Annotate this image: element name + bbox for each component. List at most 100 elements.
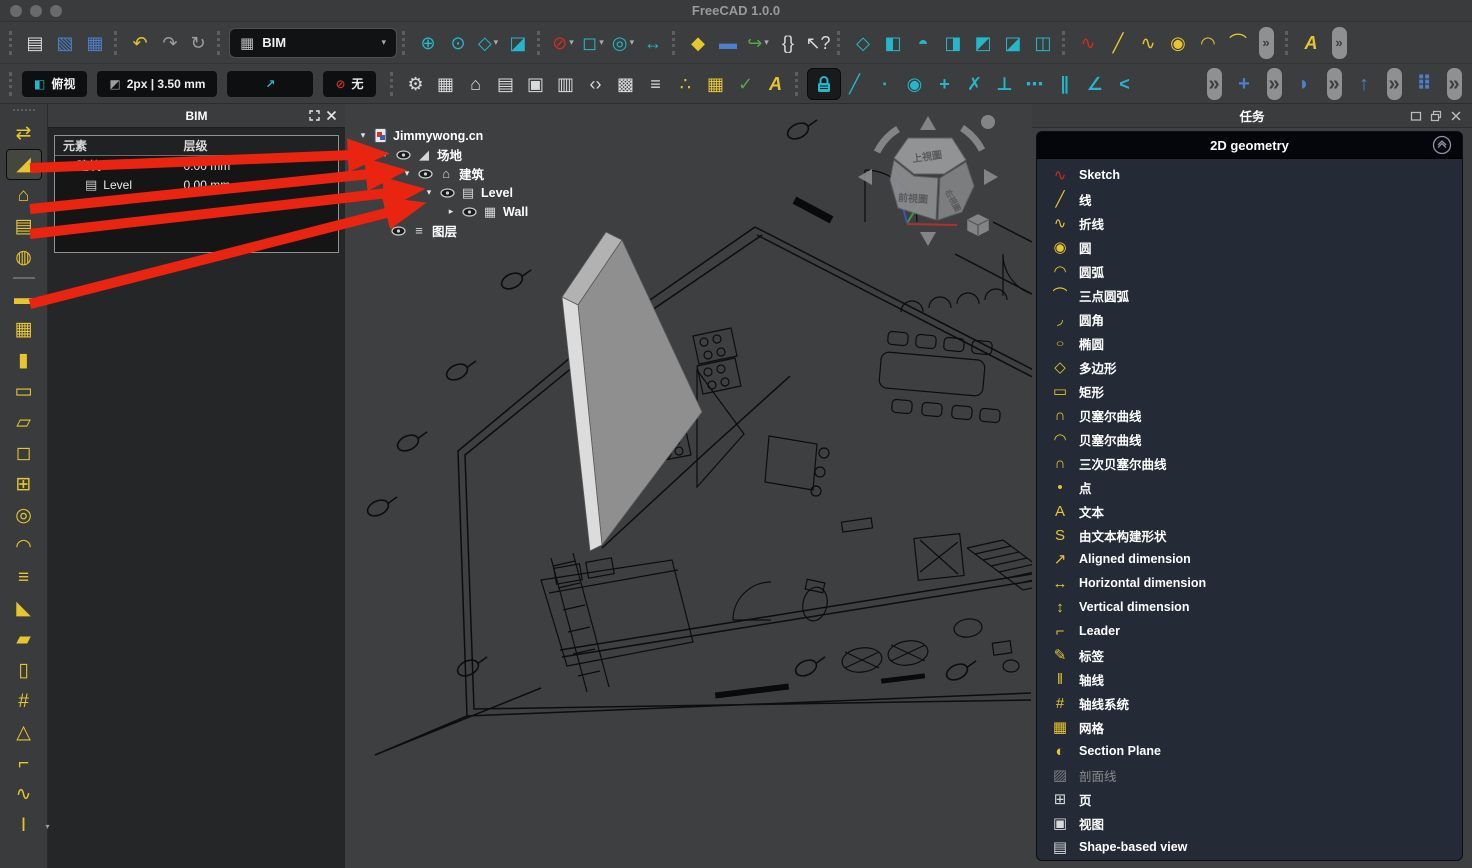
ifc-document-icon[interactable]: ⇄ xyxy=(6,118,42,149)
snap-angle-icon[interactable]: < xyxy=(1111,69,1139,99)
chart-doc-icon[interactable]: ▥ xyxy=(552,69,580,99)
overflow-button[interactable]: » xyxy=(1252,28,1280,58)
task-item[interactable]: A 文本 xyxy=(1037,499,1462,523)
task-item[interactable]: # 轴线系统 xyxy=(1037,691,1462,715)
toggle-icon[interactable]: ◗ xyxy=(1290,69,1318,99)
annotate-icon[interactable]: A xyxy=(762,69,790,99)
snap-perpendicular-icon[interactable]: ⊥ xyxy=(991,69,1019,99)
close-panel-icon[interactable] xyxy=(326,110,337,121)
view-front-icon[interactable]: ◧ xyxy=(879,28,907,58)
view-right-icon[interactable]: ◨ xyxy=(939,28,967,58)
expand-arrow-icon[interactable]: ▾ xyxy=(401,168,413,179)
fence-icon[interactable]: # xyxy=(6,686,42,717)
frame-icon[interactable]: ⌐ xyxy=(6,748,42,779)
visibility-eye-icon[interactable] xyxy=(440,188,455,198)
tree-item-site[interactable]: ▾ ◢ 场地 xyxy=(357,145,528,164)
pipe-icon[interactable]: ◎ xyxy=(6,500,42,531)
float-panel-icon[interactable] xyxy=(309,110,320,121)
box-selection-icon[interactable]: ◻▾ xyxy=(579,28,607,58)
draw-style-icon[interactable]: ◇▾ xyxy=(474,28,502,58)
draft-polyline-icon[interactable]: ∿ xyxy=(1134,28,1162,58)
float-panel-icon[interactable] xyxy=(1430,110,1442,122)
bim-project-icon[interactable]: ⌂ xyxy=(462,69,490,99)
toolbar-handle[interactable] xyxy=(13,109,35,114)
toolbar-handle[interactable] xyxy=(402,31,409,55)
task-item[interactable]: ↕ Vertical dimension xyxy=(1037,595,1462,619)
snap-special-icon[interactable]: + xyxy=(931,69,959,99)
redo-icon[interactable]: ↷ xyxy=(156,28,184,58)
undo-icon[interactable]: ↶ xyxy=(126,28,154,58)
toolbar-handle[interactable] xyxy=(537,31,544,55)
snap-parallel-icon[interactable]: ∥ xyxy=(1051,69,1079,99)
collapse-section-icon[interactable] xyxy=(1432,135,1452,155)
part-icon[interactable]: ◆ xyxy=(684,28,712,58)
view-rear-icon[interactable]: ◩ xyxy=(969,28,997,58)
collapsed-arrow-icon[interactable]: ▸ xyxy=(445,206,457,217)
task-item[interactable]: ▭ 矩形 xyxy=(1037,379,1462,403)
task-item[interactable]: S 由文本构建形状 xyxy=(1037,523,1462,547)
sync-view-icon[interactable]: ◎▾ xyxy=(609,28,637,58)
curtain-wall-icon[interactable]: ▦ xyxy=(6,314,42,345)
workbench-selector[interactable]: ▦ BIM ▾ xyxy=(229,28,397,58)
preflight-checklist-icon[interactable]: ✓ xyxy=(732,69,760,99)
expand-arrow-icon[interactable]: ▾ xyxy=(357,130,369,141)
tree-item-layers[interactable]: ≡ 图层 xyxy=(357,221,528,240)
task-item[interactable]: ▦ 网格 xyxy=(1037,715,1462,739)
view-top-icon[interactable]: ◓ xyxy=(909,28,937,58)
draft-bspline-icon[interactable]: ⌒ xyxy=(1224,28,1252,58)
snap-endpoint-icon[interactable]: ╱ xyxy=(841,69,869,99)
task-item[interactable]: ‖ 轴线 xyxy=(1037,667,1462,691)
table-row[interactable]: ⌂建筑 0.00 mm xyxy=(55,156,338,175)
draft-circle-icon[interactable]: ◉ xyxy=(1164,28,1192,58)
building-icon[interactable]: ⌂ xyxy=(6,180,42,211)
toolbar-handle[interactable] xyxy=(390,72,397,96)
task-item[interactable]: ▤ Shape-based view xyxy=(1037,835,1462,859)
overflow-button[interactable]: » xyxy=(1260,69,1288,99)
move-icon[interactable]: + xyxy=(1230,69,1258,99)
array-grid-icon[interactable]: ⠿ xyxy=(1410,69,1438,99)
visibility-eye-icon[interactable] xyxy=(391,226,406,236)
column-icon[interactable]: ▮ xyxy=(6,345,42,376)
task-item[interactable]: ╱ 线 xyxy=(1037,187,1462,211)
toolbar-handle[interactable] xyxy=(9,31,16,55)
space-icon[interactable]: ◍ xyxy=(6,242,42,273)
tree-root-document[interactable]: ▾ Jimmywong.cn xyxy=(357,126,528,145)
task-item[interactable]: ○ 椭圆 xyxy=(1037,331,1462,355)
navigation-cube[interactable]: 上視圖 前視圖 右視圖 xyxy=(850,108,1010,258)
level-icon[interactable]: ▤ xyxy=(6,211,42,242)
nodes-icon[interactable]: ∴ xyxy=(672,69,700,99)
snap-lock-button[interactable] xyxy=(807,68,841,100)
group-folder-icon[interactable]: ▬ xyxy=(714,28,742,58)
draft-edit-button[interactable]: ↗ xyxy=(226,70,314,98)
toolbar-handle[interactable] xyxy=(1062,31,1069,55)
task-item[interactable]: ↗ Aligned dimension xyxy=(1037,547,1462,571)
measure-icon[interactable]: ↔ xyxy=(639,28,667,58)
task-item[interactable]: ◐ Section Plane xyxy=(1037,739,1462,763)
draft-line-icon[interactable]: ╱ xyxy=(1104,28,1132,58)
sketch-sheet-icon[interactable]: ▦ xyxy=(432,69,460,99)
equipment-icon[interactable]: ▯ xyxy=(6,655,42,686)
visibility-eye-icon[interactable] xyxy=(418,169,433,179)
tree-item-wall[interactable]: ▸ ▦ Wall xyxy=(357,202,528,221)
upgrade-icon[interactable]: ↑ xyxy=(1350,69,1378,99)
expand-arrow-icon[interactable]: ▾ xyxy=(379,149,391,160)
working-plane-view-button[interactable]: ◧ 俯视 xyxy=(21,70,88,98)
visibility-eye-icon[interactable] xyxy=(396,150,411,160)
toolbar-handle[interactable] xyxy=(795,72,802,96)
task-item[interactable]: ◉ 圆 xyxy=(1037,235,1462,259)
code-doc-icon[interactable]: ‹› xyxy=(582,69,610,99)
overflow-button[interactable]: » xyxy=(1200,69,1228,99)
expand-arrow-icon[interactable]: ▾ xyxy=(423,187,435,198)
new-file-icon[interactable]: ▤ xyxy=(21,28,49,58)
zoom-selection-icon[interactable]: ⊙ xyxy=(444,28,472,58)
draft-arc-icon[interactable]: ◠ xyxy=(1194,28,1222,58)
overflow-button[interactable]: » xyxy=(1440,69,1468,99)
toolbar-handle[interactable] xyxy=(837,31,844,55)
preferences-tools-icon[interactable]: ⚙ xyxy=(402,69,430,99)
task-item[interactable]: ◇ 多边形 xyxy=(1037,355,1462,379)
overflow-button[interactable]: » xyxy=(1325,28,1353,58)
layers-doc-icon[interactable]: ≡ xyxy=(642,69,670,99)
visibility-eye-icon[interactable] xyxy=(462,207,477,217)
close-panel-icon[interactable] xyxy=(1450,110,1462,122)
people-doc-icon[interactable]: ▣ xyxy=(522,69,550,99)
